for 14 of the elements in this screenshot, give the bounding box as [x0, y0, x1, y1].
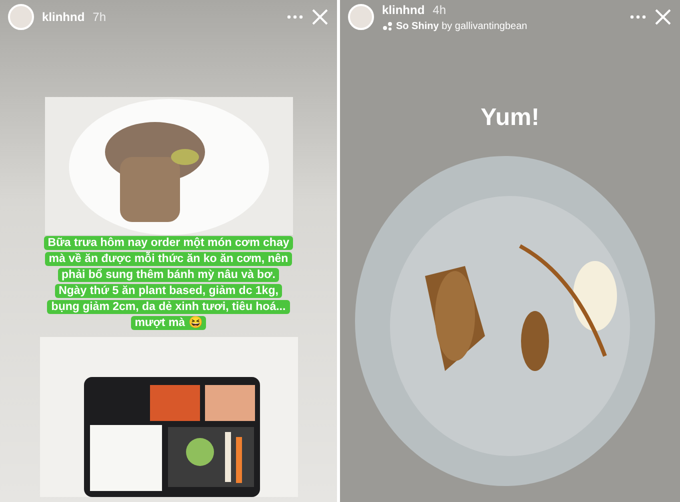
post-time: 7h — [92, 9, 106, 26]
more-options-icon[interactable] — [287, 14, 303, 20]
sticker-text: Yum! — [480, 103, 540, 133]
post-time: 4h — [432, 2, 446, 18]
username[interactable]: klinhnd — [382, 0, 425, 18]
close-icon[interactable] — [311, 8, 329, 26]
music-label[interactable]: So Shiny by gallivantingbean — [396, 18, 528, 34]
more-options-icon[interactable] — [630, 14, 646, 20]
avatar[interactable] — [348, 4, 374, 30]
avatar[interactable] — [8, 4, 34, 30]
close-icon[interactable] — [654, 8, 672, 26]
caption-text: Bữa trưa hôm nay order một món cơm chay mà về ăn được mỗi thức ăn ko ăn cơm, nên phải bổ sung thêm bánh mỳ nâu và bơ. — [44, 235, 294, 283]
sparkle-icon — [382, 21, 393, 31]
username[interactable]: klinhnd — [42, 8, 85, 26]
